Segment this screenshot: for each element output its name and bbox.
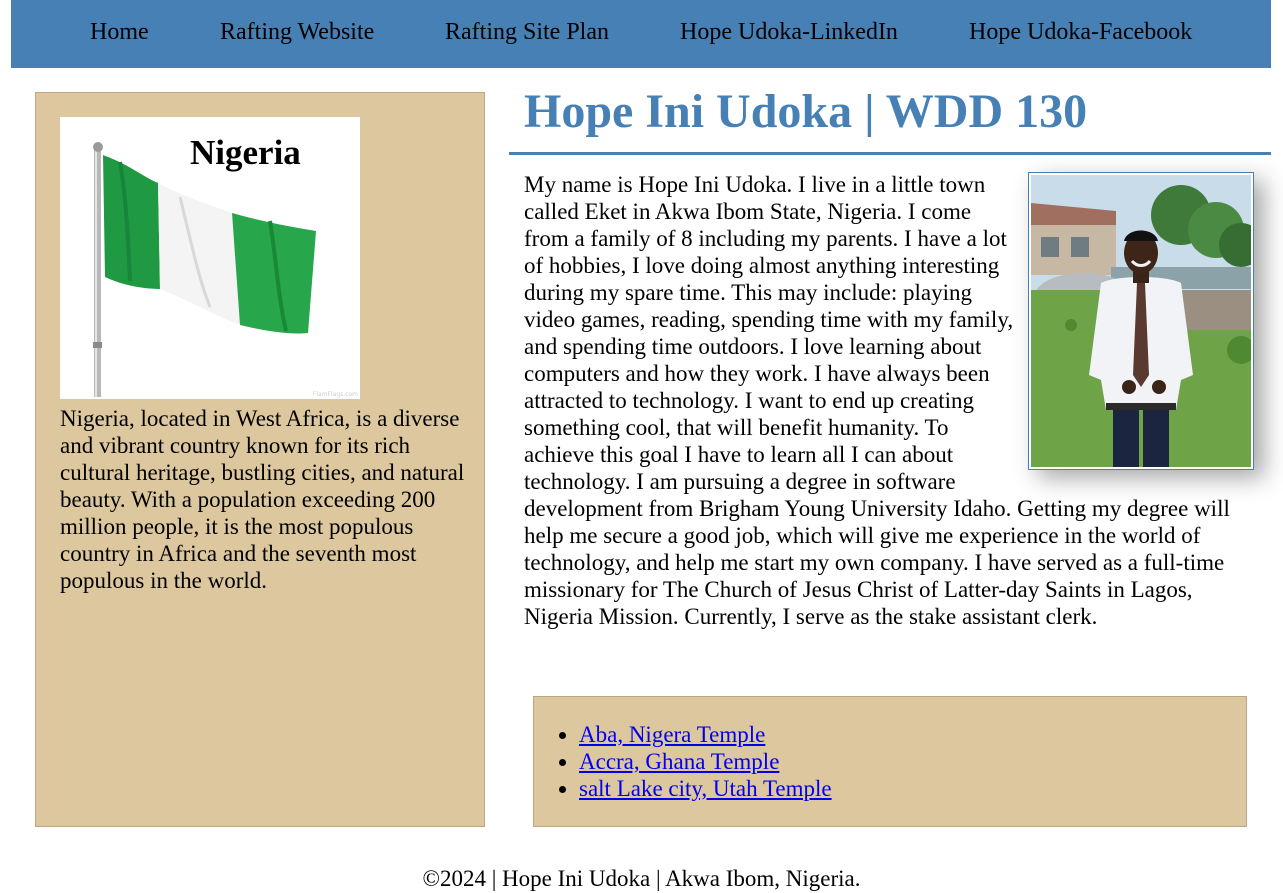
page-title: Hope Ini Udoka | WDD 130 — [524, 85, 1088, 138]
bio-paragraph: My name is Hope Ini Udoka. I live in a l… — [524, 171, 1254, 630]
nigeria-description: Nigeria, located in West Africa, is a di… — [60, 406, 465, 593]
portrait-image-icon — [1031, 175, 1251, 467]
flag-watermark: FlamFlags.com — [312, 391, 358, 398]
top-navigation: Home Rafting Website Rafting Site Plan H… — [11, 0, 1271, 68]
title-divider — [509, 152, 1271, 155]
profile-photo — [1028, 172, 1254, 470]
nav-linkedin-link[interactable]: Hope Udoka-LinkedIn — [680, 18, 898, 46]
temple-link-accra[interactable]: Accra, Ghana Temple — [579, 749, 779, 774]
nav-facebook-link[interactable]: Hope Udoka-Facebook — [969, 18, 1192, 46]
flag-title: Nigeria — [190, 133, 301, 172]
list-item: Accra, Ghana Temple — [579, 748, 832, 775]
nav-rafting-website-link[interactable]: Rafting Website — [220, 18, 374, 46]
list-item: Aba, Nigera Temple — [579, 721, 832, 748]
temples-panel: Aba, Nigera Temple Accra, Ghana Temple s… — [533, 696, 1247, 827]
nav-rafting-site-plan-link[interactable]: Rafting Site Plan — [445, 18, 609, 46]
nav-home-link[interactable]: Home — [90, 18, 149, 46]
temple-list: Aba, Nigera Temple Accra, Ghana Temple s… — [534, 721, 832, 802]
footer-copyright: ©2024 | Hope Ini Udoka | Akwa Ibom, Nige… — [422, 866, 861, 891]
nigeria-sidebar: Nigeria FlamFlags.com Nigeria, located i… — [35, 92, 485, 827]
temple-link-salt-lake[interactable]: salt Lake city, Utah Temple — [579, 776, 832, 801]
temple-link-aba[interactable]: Aba, Nigera Temple — [579, 722, 765, 747]
nigeria-flag-image: Nigeria FlamFlags.com — [60, 117, 360, 399]
list-item: salt Lake city, Utah Temple — [579, 775, 832, 802]
